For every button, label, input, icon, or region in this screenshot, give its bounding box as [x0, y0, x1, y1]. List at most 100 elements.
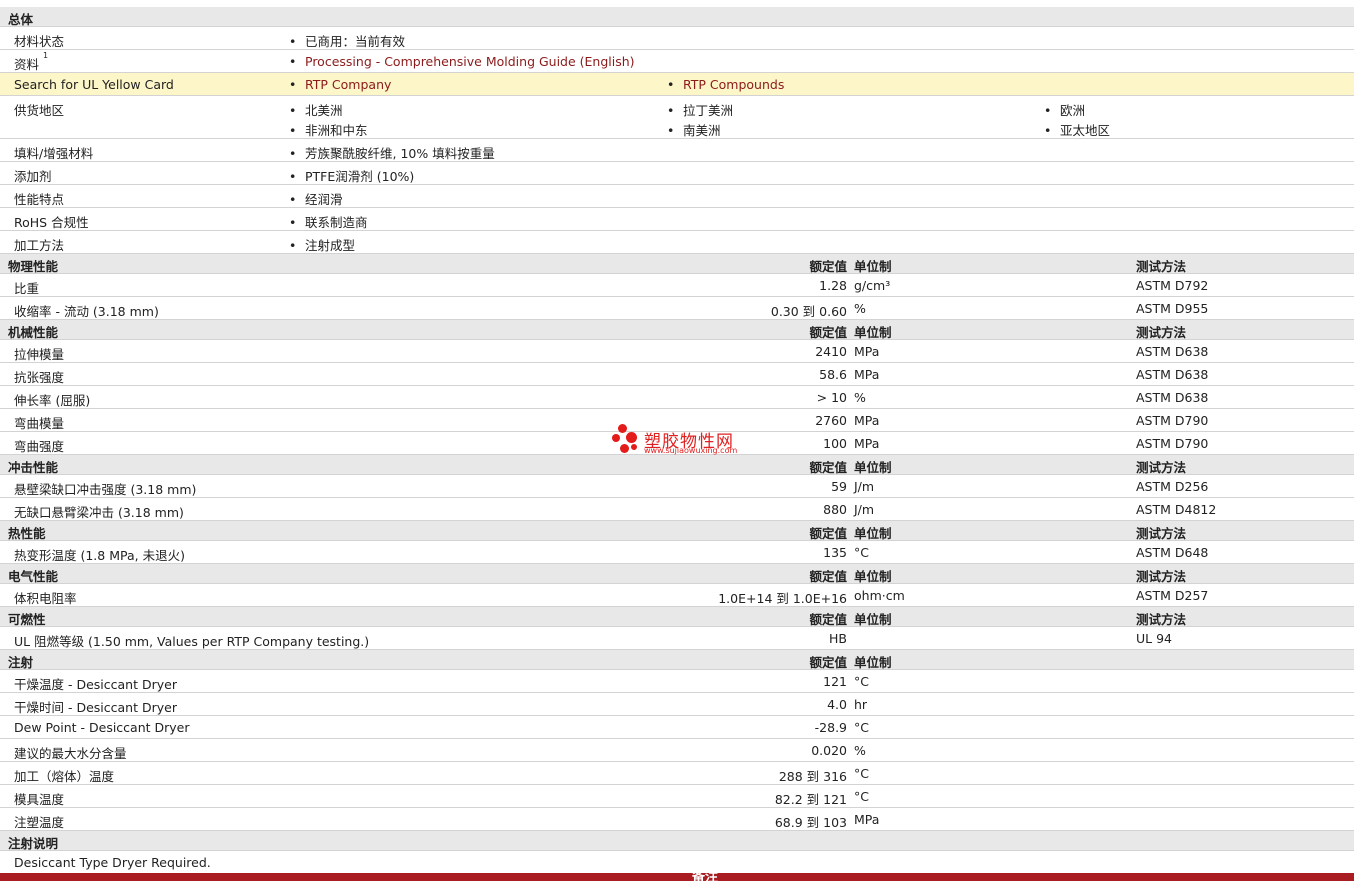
section-title: 机械性能 [8, 325, 59, 340]
col-header-value: 额定值 [809, 325, 847, 340]
section-header-general: 总体 [0, 7, 1354, 27]
property-label: 建议的最大水分含量 [14, 746, 127, 761]
col-header-unit: 单位制 [854, 259, 892, 274]
section-title: 热性能 [8, 526, 46, 541]
property-value: 82.2 到 121 [774, 792, 847, 807]
row-value: • 已商用：当前有效 [289, 34, 406, 49]
property-unit: MPa [854, 812, 880, 827]
section-header-injection-notes: 注射说明 [0, 831, 1354, 851]
property-label: 加工（熔体）温度 [14, 769, 115, 784]
row-label: 材料状态 [14, 34, 65, 49]
row-label: RoHS 合规性 [14, 215, 89, 230]
col-header-value: 额定值 [809, 259, 847, 274]
col-header-unit: 单位制 [854, 460, 892, 475]
row-label: 加工方法 [14, 238, 65, 253]
molding-guide-link[interactable]: Processing - Comprehensive Molding Guide… [305, 54, 635, 69]
row-regions: 供货地区 • 北美洲 • 拉丁美洲 • 欧洲 • 非洲和中东 • 南美洲 • 亚太地区 [0, 96, 1354, 139]
col-header-unit: 单位制 [854, 612, 892, 627]
row-additive: 添加剂 • PTFE润滑剂 (10%) [0, 162, 1354, 185]
property-value: 121 [823, 674, 847, 689]
property-unit: MPa [854, 436, 880, 451]
property-unit: °C [854, 720, 869, 735]
region-item: • 非洲和中东 [289, 123, 368, 138]
property-unit: °C [854, 766, 869, 781]
property-row: 模具温度 82.2 到 121 °C [0, 785, 1354, 808]
property-row: 伸长率 (屈服) > 10 % ASTM D638 [0, 386, 1354, 409]
col-header-test: 测试方法 [1136, 325, 1187, 340]
property-test-method: UL 94 [1136, 631, 1172, 646]
remarks-header-bar: 备注 [0, 873, 1354, 881]
property-row: 注塑温度 68.9 到 103 MPa [0, 808, 1354, 831]
note-row: Desiccant Type Dryer Required. [0, 851, 1354, 874]
row-label: 添加剂 [14, 169, 52, 184]
row-label: 性能特点 [14, 192, 65, 207]
property-value: 2410 [815, 344, 847, 359]
property-value: 2760 [815, 413, 847, 428]
section-title: 总体 [8, 12, 34, 27]
region-item: • 南美洲 [667, 123, 721, 138]
property-unit: MPa [854, 367, 880, 382]
col-header-test: 测试方法 [1136, 569, 1187, 584]
section-header-electrical: 电气性能 额定值 单位制 测试方法 [0, 564, 1354, 584]
property-test-method: ASTM D955 [1136, 301, 1209, 316]
row-process: 加工方法 • 注射成型 [0, 231, 1354, 254]
row-label: Search for UL Yellow Card [14, 77, 174, 92]
row-label: 资料 1 [14, 51, 49, 72]
property-label: 收缩率 - 流动 (3.18 mm) [14, 304, 159, 319]
row-label: 填料/增强材料 [14, 146, 94, 161]
row-filler: 填料/增强材料 • 芳族聚酰胺纤维, 10% 填料按重量 [0, 139, 1354, 162]
property-value: 135 [823, 545, 847, 560]
row-value: • PTFE润滑剂 (10%) [289, 169, 415, 184]
section-header-physical: 物理性能 额定值 单位制 测试方法 [0, 254, 1354, 274]
property-value: 1.0E+14 到 1.0E+16 [718, 591, 847, 606]
rtp-company-link[interactable]: RTP Company [305, 77, 391, 92]
property-row: 热变形温度 (1.8 MPa, 未退火) 135 °C ASTM D648 [0, 541, 1354, 564]
property-test-method: ASTM D648 [1136, 545, 1209, 560]
property-label: 干燥时间 - Desiccant Dryer [14, 700, 177, 715]
property-unit: % [854, 390, 866, 405]
property-value: 880 [823, 502, 847, 517]
section-title: 注射 [8, 655, 34, 670]
property-label: 无缺口悬臂梁冲击 (3.18 mm) [14, 505, 184, 520]
property-row: 拉伸模量 2410 MPa ASTM D638 [0, 340, 1354, 363]
col-header-test: 测试方法 [1136, 460, 1187, 475]
col-header-value: 额定值 [809, 569, 847, 584]
section-title: 可燃性 [8, 612, 46, 627]
col-header-value: 额定值 [809, 612, 847, 627]
property-value: > 10 [816, 390, 847, 405]
property-value: 288 到 316 [778, 769, 847, 784]
property-test-method: ASTM D790 [1136, 413, 1209, 428]
property-row: 抗张强度 58.6 MPa ASTM D638 [0, 363, 1354, 386]
property-unit: % [854, 301, 866, 316]
col-header-unit: 单位制 [854, 569, 892, 584]
rtp-compounds-link[interactable]: RTP Compounds [683, 77, 784, 92]
property-unit: g/cm³ [854, 278, 891, 293]
property-value: 1.28 [819, 278, 847, 293]
row-rohs: RoHS 合规性 • 联系制造商 [0, 208, 1354, 231]
row-material-status: 材料状态 • 已商用：当前有效 [0, 27, 1354, 50]
row-value: • RTP Compounds [667, 77, 785, 92]
property-unit: hr [854, 697, 868, 712]
section-title: 冲击性能 [8, 460, 59, 475]
property-label: 干燥温度 - Desiccant Dryer [14, 677, 177, 692]
col-header-unit: 单位制 [854, 526, 892, 541]
col-header-value: 额定值 [809, 655, 847, 670]
property-value: HB [829, 631, 847, 646]
note-text: Desiccant Type Dryer Required. [14, 855, 211, 870]
property-value: 100 [823, 436, 847, 451]
section-title: 电气性能 [8, 569, 59, 584]
row-features: 性能特点 • 经润滑 [0, 185, 1354, 208]
property-unit: °C [854, 545, 869, 560]
property-unit: % [854, 743, 866, 758]
row-value: • 联系制造商 [289, 215, 368, 230]
property-value: 68.9 到 103 [774, 815, 847, 830]
property-row: Dew Point - Desiccant Dryer -28.9 °C [0, 716, 1354, 739]
property-label: 弯曲强度 [14, 439, 65, 454]
row-value: • RTP Company [289, 77, 392, 92]
watermark-url: www.sujiaowuxing.com [644, 446, 738, 455]
property-row: 比重 1.28 g/cm³ ASTM D792 [0, 274, 1354, 297]
property-unit: °C [854, 789, 869, 804]
property-label: 拉伸模量 [14, 347, 65, 362]
property-label: 比重 [14, 281, 40, 296]
section-header-injection: 注射 额定值 单位制 [0, 650, 1354, 670]
